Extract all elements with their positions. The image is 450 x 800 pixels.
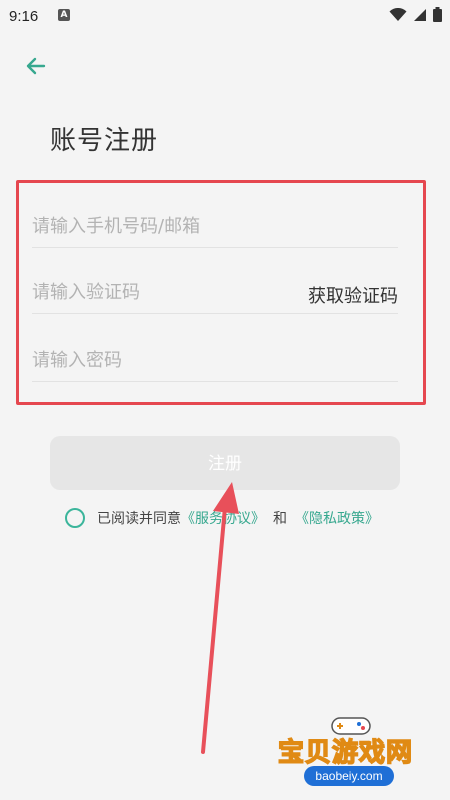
notification-a-icon: A xyxy=(58,9,70,21)
wifi-icon xyxy=(389,7,407,21)
agreement-prefix: 已阅读并同意 xyxy=(97,511,181,527)
agreement-radio[interactable] xyxy=(65,508,85,528)
signal-icon xyxy=(414,8,426,21)
page-title: 账号注册 xyxy=(50,126,159,156)
agreement-conjunction: 和 xyxy=(273,511,287,527)
phone-email-field[interactable] xyxy=(32,206,398,248)
get-code-button[interactable]: 获取验证码 xyxy=(308,282,398,308)
phone-email-input[interactable] xyxy=(32,206,398,247)
password-field[interactable] xyxy=(32,340,398,382)
system-icons xyxy=(389,7,442,22)
back-arrow-icon[interactable] xyxy=(22,52,50,80)
status-bar: 9:16 A xyxy=(0,0,450,34)
register-button[interactable]: 注册 xyxy=(50,436,400,490)
agreement-row: 已阅读并同意 《服务协议》 和 《隐私政策》 xyxy=(65,508,379,528)
verification-code-input[interactable] xyxy=(32,272,272,313)
watermark-title: 宝贝游戏网 xyxy=(277,737,414,769)
service-agreement-link[interactable]: 《服务协议》 xyxy=(181,508,265,528)
battery-icon xyxy=(433,7,442,22)
watermark-url: baobeiy.com xyxy=(304,766,394,786)
status-time: 9:16 xyxy=(9,8,39,25)
verification-code-field[interactable]: 获取验证码 xyxy=(32,272,398,314)
watermark-logo: 宝贝游戏网 baobeiy.com xyxy=(270,710,445,795)
privacy-policy-link[interactable]: 《隐私政策》 xyxy=(295,508,379,528)
password-input[interactable] xyxy=(32,340,398,381)
